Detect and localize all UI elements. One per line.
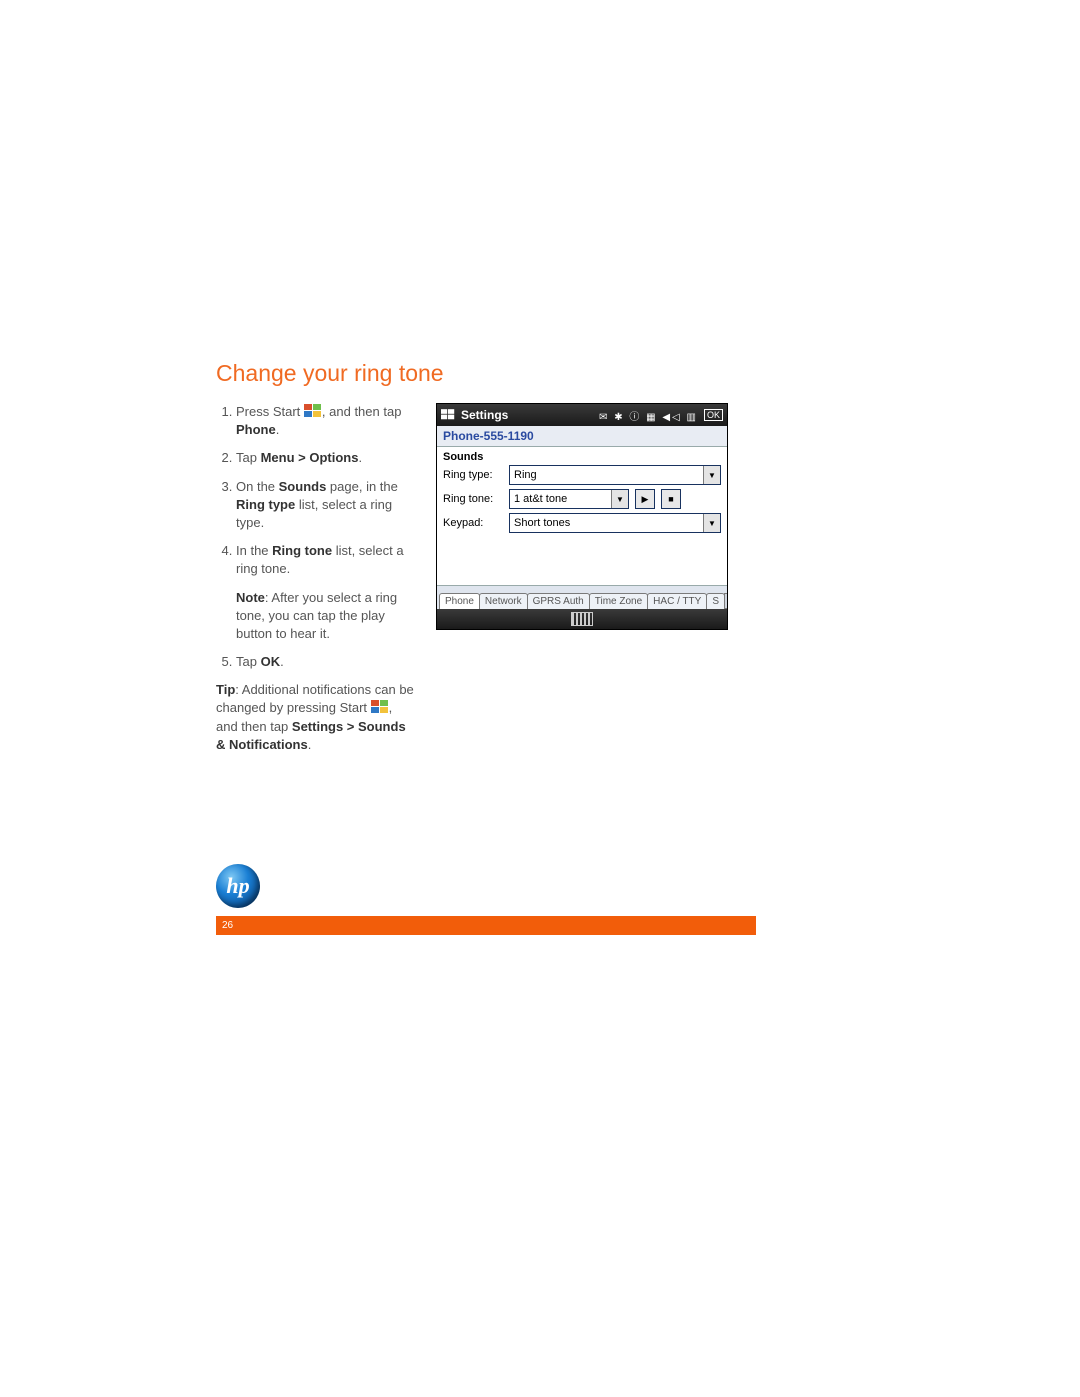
keypad-value: Short tones <box>510 517 703 529</box>
text: . <box>358 450 362 465</box>
text: Ring tone <box>272 543 332 558</box>
text: . <box>280 654 284 669</box>
hp-logo: hp <box>216 864 260 908</box>
step-3: On the Sounds page, in the Ring type lis… <box>236 478 416 533</box>
tab-overflow[interactable]: S <box>706 593 725 609</box>
note-label: Note <box>236 590 265 605</box>
device-titlebar: Settings ✉ ✱ ⓘ ▦ ◀◁ ▥ OK <box>437 404 727 426</box>
windows-start-icon[interactable] <box>441 409 455 421</box>
ring-tone-label: Ring tone: <box>443 493 503 505</box>
text: Tap <box>236 450 261 465</box>
sounds-panel: Sounds Ring type: Ring ▼ Ring tone: 1 at… <box>437 447 727 585</box>
play-button[interactable]: ▶ <box>635 489 655 509</box>
windows-start-icon <box>304 404 322 419</box>
ring-tone-select[interactable]: 1 at&t tone ▼ <box>509 489 629 509</box>
text: page, in the <box>326 479 398 494</box>
text: Phone <box>236 422 276 437</box>
text: Menu > Options <box>261 450 359 465</box>
stop-button[interactable]: ■ <box>661 489 681 509</box>
ok-button[interactable]: OK <box>704 409 723 421</box>
chevron-down-icon[interactable]: ▼ <box>703 466 720 484</box>
keypad-label: Keypad: <box>443 517 503 529</box>
text: On the <box>236 479 279 494</box>
text: Press Start <box>236 404 304 419</box>
phone-number-header: Phone-555-1190 <box>437 426 727 447</box>
step-2: Tap Menu > Options. <box>236 449 416 467</box>
device-bottom-bar <box>437 609 727 629</box>
text: . <box>308 737 312 752</box>
chevron-down-icon[interactable]: ▼ <box>611 490 628 508</box>
device-screenshot: Settings ✉ ✱ ⓘ ▦ ◀◁ ▥ OK Phone-555-1190 … <box>436 403 728 630</box>
ring-type-label: Ring type: <box>443 469 503 481</box>
tip-block: Tip: Additional notifications can be cha… <box>216 681 416 754</box>
tab-network[interactable]: Network <box>479 593 528 609</box>
page-footer: 26 <box>216 916 756 935</box>
step-5: Tap OK. <box>236 653 416 671</box>
device-title: Settings <box>461 408 593 422</box>
tab-hac-tty[interactable]: HAC / TTY <box>647 593 707 609</box>
text: In the <box>236 543 272 558</box>
step-4: In the Ring tone list, select a ring ton… <box>236 542 416 643</box>
status-icons: ✉ ✱ ⓘ ▦ ◀◁ ▥ <box>599 408 698 423</box>
keyboard-icon[interactable] <box>571 612 593 626</box>
text: Ring type <box>236 497 295 512</box>
ring-tone-value: 1 at&t tone <box>510 493 611 505</box>
ring-type-value: Ring <box>510 469 703 481</box>
step-1: Press Start , and then tap Phone. <box>236 403 416 439</box>
tab-scroll-left-icon[interactable]: ◄ <box>724 593 727 609</box>
page-title: Change your ring tone <box>216 360 756 387</box>
steps-list: Press Start , and then tap Phone. Tap Me… <box>216 403 416 671</box>
tab-phone[interactable]: Phone <box>439 593 480 609</box>
chevron-down-icon[interactable]: ▼ <box>703 514 720 532</box>
text: , and then tap <box>322 404 402 419</box>
windows-start-icon <box>371 700 389 715</box>
tab-time-zone[interactable]: Time Zone <box>589 593 648 609</box>
page-number: 26 <box>222 920 233 931</box>
ring-type-select[interactable]: Ring ▼ <box>509 465 721 485</box>
section-sounds: Sounds <box>443 451 721 463</box>
text: OK <box>261 654 281 669</box>
text: Tap <box>236 654 261 669</box>
text: Sounds <box>279 479 327 494</box>
keypad-select[interactable]: Short tones ▼ <box>509 513 721 533</box>
tip-label: Tip <box>216 682 235 697</box>
tab-strip: Phone Network GPRS Auth Time Zone HAC / … <box>437 585 727 609</box>
tab-gprs-auth[interactable]: GPRS Auth <box>527 593 590 609</box>
text: . <box>276 422 280 437</box>
